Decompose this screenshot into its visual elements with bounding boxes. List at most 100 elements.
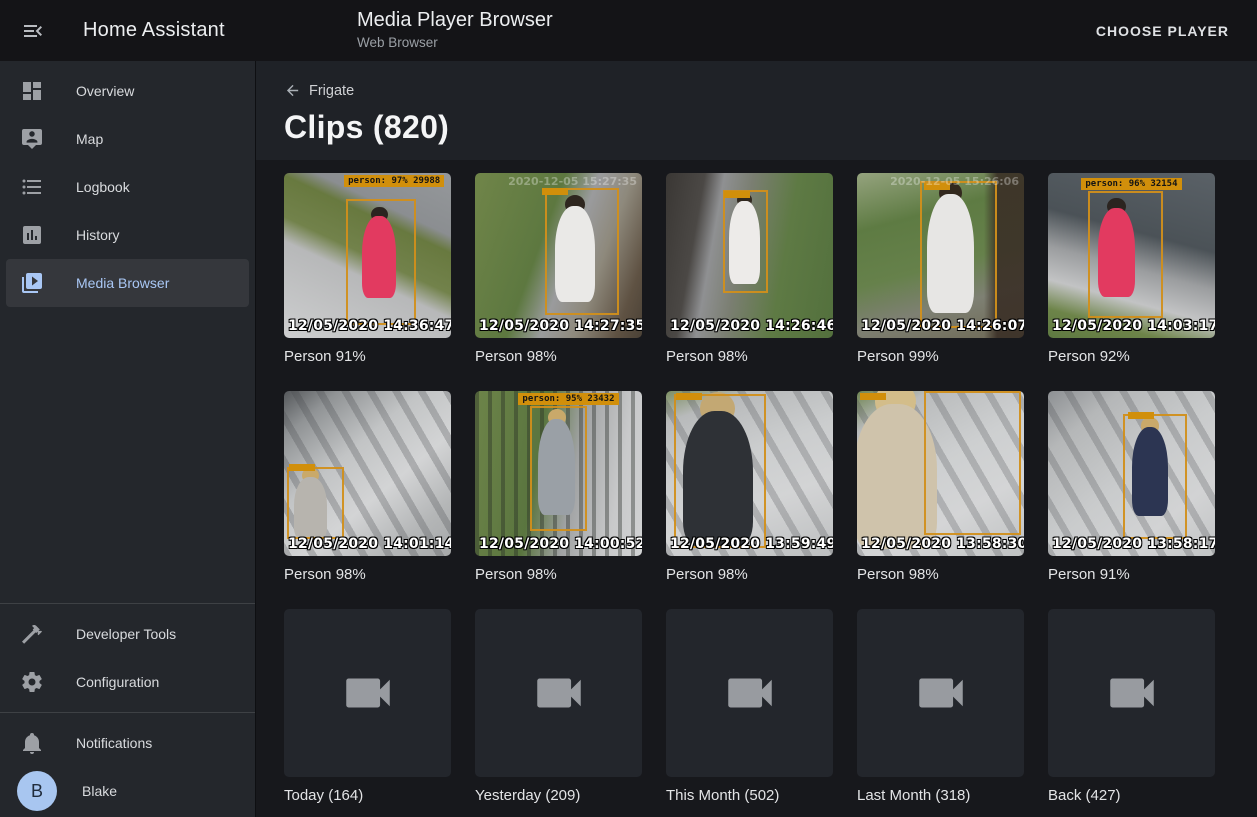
- clip-card[interactable]: 12/05/2020 13:58:30Person 98%: [857, 391, 1024, 583]
- timestamp-overlay: 12/05/2020 13:58:17: [1052, 536, 1215, 552]
- detection-box: [545, 188, 618, 315]
- clip-card[interactable]: person: 95% 23432 12/05/2020 14:00:52 Pers…: [475, 391, 642, 583]
- sidebar-item-overview[interactable]: Overview: [6, 67, 249, 115]
- detection-label-small: [860, 393, 886, 400]
- timestamp-overlay: 12/05/2020 14:03:17: [1052, 318, 1215, 334]
- clip-card[interactable]: 2020-12-05 15:26:0612/05/2020 14:26:07 Pe…: [857, 173, 1024, 365]
- main-content: Frigate Clips (820) person: 97% 29988 12/…: [256, 61, 1257, 817]
- detection-box: [287, 467, 344, 540]
- folder-card[interactable]: This Month (502): [666, 609, 833, 804]
- timestamp-overlay: 12/05/2020 13:59:49: [670, 536, 833, 552]
- user-name: Blake: [82, 783, 117, 799]
- clip-caption: Person 91%: [284, 348, 451, 365]
- menu-open-icon[interactable]: [21, 19, 45, 43]
- detection-box: [723, 190, 768, 294]
- clip-caption: Person 98%: [475, 566, 642, 583]
- folder-card[interactable]: Today (164): [284, 609, 451, 804]
- sidebar-item-label: History: [76, 227, 120, 243]
- page-title: Clips (820): [284, 109, 1257, 146]
- detection-box: [674, 394, 766, 547]
- clip-thumbnail[interactable]: person: 97% 29988 12/05/2020 14:36:47: [284, 173, 451, 338]
- clip-thumbnail[interactable]: person: 95% 23432 12/05/2020 14:00:52: [475, 391, 642, 556]
- timestamp-overlay: 12/05/2020 14:26:07: [861, 318, 1024, 334]
- folder-thumbnail[interactable]: [666, 609, 833, 777]
- hammer-icon: [20, 622, 44, 646]
- clips-grid: person: 97% 29988 12/05/2020 14:36:47 Pers…: [284, 173, 1229, 583]
- folder-label: This Month (502): [666, 787, 833, 804]
- folder-thumbnail[interactable]: [857, 609, 1024, 777]
- view-dashboard-icon: [20, 79, 44, 103]
- folder-card[interactable]: Yesterday (209): [475, 609, 642, 804]
- videocam-icon: [1103, 664, 1161, 722]
- detection-box: [1088, 191, 1163, 318]
- folder-card[interactable]: Back (427): [1048, 609, 1215, 804]
- sidebar-item-media-browser[interactable]: Media Browser: [6, 259, 249, 307]
- detection-label: person: 97% 29988: [344, 175, 444, 187]
- media-browser-body: person: 97% 29988 12/05/2020 14:36:47 Pers…: [256, 160, 1257, 817]
- clip-card[interactable]: person: 96% 3215412/05/2020 14:03:17Pers…: [1048, 173, 1215, 365]
- clip-card[interactable]: 12/05/2020 14:01:14Person 98%: [284, 391, 451, 583]
- detection-label-small: [724, 191, 750, 198]
- sidebar-item-label: Logbook: [76, 179, 130, 195]
- breadcrumb-back[interactable]: Frigate: [284, 82, 354, 99]
- sidebar-item-label: Developer Tools: [76, 626, 176, 642]
- clip-thumbnail[interactable]: 12/05/2020 14:01:14: [284, 391, 451, 556]
- detection-box: [1123, 414, 1186, 539]
- detection-label-small: [542, 188, 568, 195]
- clip-thumbnail[interactable]: 2020-12-05 15:27:35 12/05/2020 14:27:35: [475, 173, 642, 338]
- timestamp-overlay: 12/05/2020 14:00:52: [479, 536, 642, 552]
- timestamp-overlay: 12/05/2020 14:27:35: [479, 318, 642, 334]
- detection-label-small: [1128, 412, 1154, 419]
- detection-label-small: [676, 393, 702, 400]
- detection-box: [530, 406, 587, 531]
- format-list-bulleted-icon: [20, 175, 44, 199]
- sidebar-item-configuration[interactable]: Configuration: [6, 658, 249, 706]
- play-box-multiple-icon: [20, 271, 44, 295]
- clip-caption: Person 98%: [475, 348, 642, 365]
- clip-caption: Person 99%: [857, 348, 1024, 365]
- folder-thumbnail[interactable]: [475, 609, 642, 777]
- folder-label: Back (427): [1048, 787, 1215, 804]
- videocam-icon: [339, 664, 397, 722]
- sidebar-nav-list: Overview Map Logbook History Media Brows…: [0, 61, 255, 307]
- choose-player-button[interactable]: CHOOSE PLAYER: [1088, 0, 1237, 61]
- sidebar-footer: Developer Tools Configuration Notificati…: [0, 597, 255, 817]
- folders-grid: Today (164) Yesterday (209) This Month (50…: [284, 609, 1229, 804]
- sidebar-item-map[interactable]: Map: [6, 115, 249, 163]
- sidebar-item-logbook[interactable]: Logbook: [6, 163, 249, 211]
- folder-thumbnail[interactable]: [1048, 609, 1215, 777]
- clip-thumbnail[interactable]: 12/05/2020 13:58:30: [857, 391, 1024, 556]
- clip-card[interactable]: 2020-12-05 15:27:35 12/05/2020 14:27:35 Pe…: [475, 173, 642, 365]
- clip-card[interactable]: 12/05/2020 14:26:46 Person 98%: [666, 173, 833, 365]
- detection-box: [924, 391, 1021, 535]
- clip-card[interactable]: person: 97% 29988 12/05/2020 14:36:47 Pers…: [284, 173, 451, 365]
- clip-thumbnail[interactable]: person: 96% 3215412/05/2020 14:03:17: [1048, 173, 1215, 338]
- clip-card[interactable]: 12/05/2020 13:58:17Person 91%: [1048, 391, 1215, 583]
- sidebar: Overview Map Logbook History Media Brows…: [0, 61, 256, 817]
- sidebar-divider: [0, 603, 255, 604]
- folder-thumbnail[interactable]: [284, 609, 451, 777]
- sidebar-divider: [0, 712, 255, 713]
- sidebar-item-profile[interactable]: B Blake: [6, 767, 249, 815]
- clip-thumbnail[interactable]: 2020-12-05 15:26:0612/05/2020 14:26:07: [857, 173, 1024, 338]
- tooltip-account-icon: [20, 127, 44, 151]
- clip-caption: Person 98%: [666, 348, 833, 365]
- sidebar-item-notifications[interactable]: Notifications: [6, 719, 249, 767]
- clip-thumbnail[interactable]: 12/05/2020 13:59:49: [666, 391, 833, 556]
- clip-card[interactable]: 12/05/2020 13:59:49 Person 98%: [666, 391, 833, 583]
- videocam-icon: [721, 664, 779, 722]
- clip-caption: Person 98%: [666, 566, 833, 583]
- page-heading-subtitle: Web Browser: [357, 35, 553, 50]
- folder-label: Yesterday (209): [475, 787, 642, 804]
- sidebar-item-label: Configuration: [76, 674, 159, 690]
- detection-label: person: 95% 23432: [518, 393, 618, 405]
- camera-osd-datetime: 2020-12-05 15:27:35: [508, 175, 637, 188]
- sidebar-item-label: Media Browser: [76, 275, 169, 291]
- clip-thumbnail[interactable]: 12/05/2020 13:58:17: [1048, 391, 1215, 556]
- folder-card[interactable]: Last Month (318): [857, 609, 1024, 804]
- sidebar-item-history[interactable]: History: [6, 211, 249, 259]
- sidebar-item-label: Map: [76, 131, 103, 147]
- sidebar-item-developer-tools[interactable]: Developer Tools: [6, 610, 249, 658]
- timestamp-overlay: 12/05/2020 14:36:47: [288, 318, 451, 334]
- clip-thumbnail[interactable]: 12/05/2020 14:26:46: [666, 173, 833, 338]
